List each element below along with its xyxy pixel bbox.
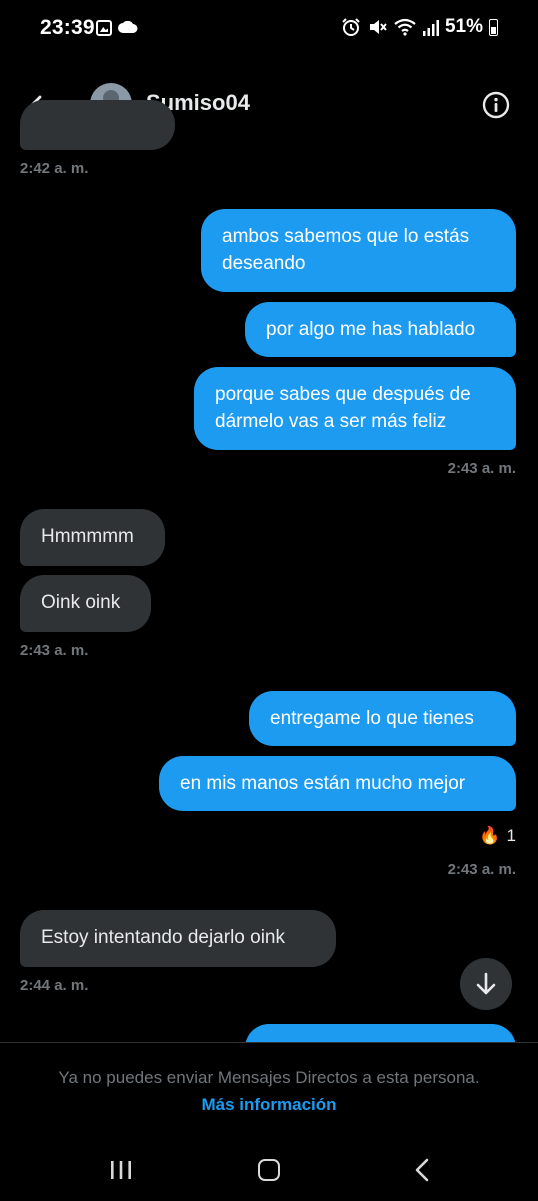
message-text-line: porque sabes que después de [215, 384, 471, 405]
message-bubble-incoming-partial [20, 100, 175, 150]
message-text-line: ambos sabemos que lo estás [222, 226, 470, 247]
info-icon[interactable] [482, 91, 510, 119]
more-info-link[interactable]: Más información [0, 1095, 538, 1115]
message-timestamp: 2:43 a. m. [447, 861, 516, 878]
status-time: 23:39 [40, 16, 95, 39]
battery-icon [489, 18, 498, 36]
message-reaction[interactable]: 🔥 1 [479, 826, 516, 846]
message-bubble-incoming[interactable]: Oink oink [20, 575, 151, 632]
reaction-count: 1 [506, 826, 516, 845]
message-bubble-outgoing[interactable]: en mis manos están mucho mejor [159, 756, 516, 811]
message-text: en mis manos están mucho mejor [180, 773, 466, 794]
message-text-line: dármelo vas a ser más feliz [215, 411, 447, 432]
message-timestamp: 2:43 a. m. [20, 642, 89, 659]
message-bubble-outgoing[interactable]: entregame lo que tienes [249, 691, 516, 746]
message-bubble-incoming[interactable]: Hmmmmm [20, 509, 165, 566]
message-timestamp: 2:43 a. m. [447, 460, 516, 477]
message-bubble-incoming[interactable]: Estoy intentando dejarlo oink [20, 910, 336, 967]
scroll-to-bottom-button[interactable] [460, 958, 512, 1010]
message-text: por algo me has hablado [266, 319, 476, 340]
message-bubble-outgoing[interactable]: porque sabes que después de dármelo vas … [194, 367, 516, 450]
recent-apps-icon[interactable] [110, 1160, 132, 1180]
status-right-group: 51% [341, 16, 498, 38]
mute-icon [369, 20, 387, 34]
cloud-icon [118, 21, 138, 33]
message-text: Estoy intentando dejarlo oink [41, 927, 285, 948]
fire-emoji-icon: 🔥 [479, 826, 501, 845]
dm-disabled-message: Ya no puedes enviar Mensajes Directos a … [58, 1068, 480, 1087]
wifi-icon [394, 18, 416, 36]
nav-back-icon[interactable] [412, 1158, 432, 1182]
message-text: entregame lo que tienes [270, 708, 474, 729]
battery-percentage: 51% [444, 16, 483, 37]
message-timestamp: 2:44 a. m. [20, 977, 89, 994]
signal-icon [422, 20, 439, 36]
message-bubble-outgoing[interactable]: ambos sabemos que lo estás deseando [201, 209, 516, 292]
message-text: Hmmmmm [41, 526, 134, 547]
alarm-icon [342, 18, 360, 36]
home-icon[interactable] [258, 1159, 280, 1181]
message-bubble-outgoing[interactable]: por algo me has hablado [245, 302, 516, 357]
message-timestamp: 2:42 a. m. [20, 160, 89, 177]
message-text: Oink oink [41, 592, 121, 613]
message-text-line: deseando [222, 253, 306, 274]
arrow-down-icon [476, 972, 496, 995]
gallery-icon [96, 20, 112, 36]
